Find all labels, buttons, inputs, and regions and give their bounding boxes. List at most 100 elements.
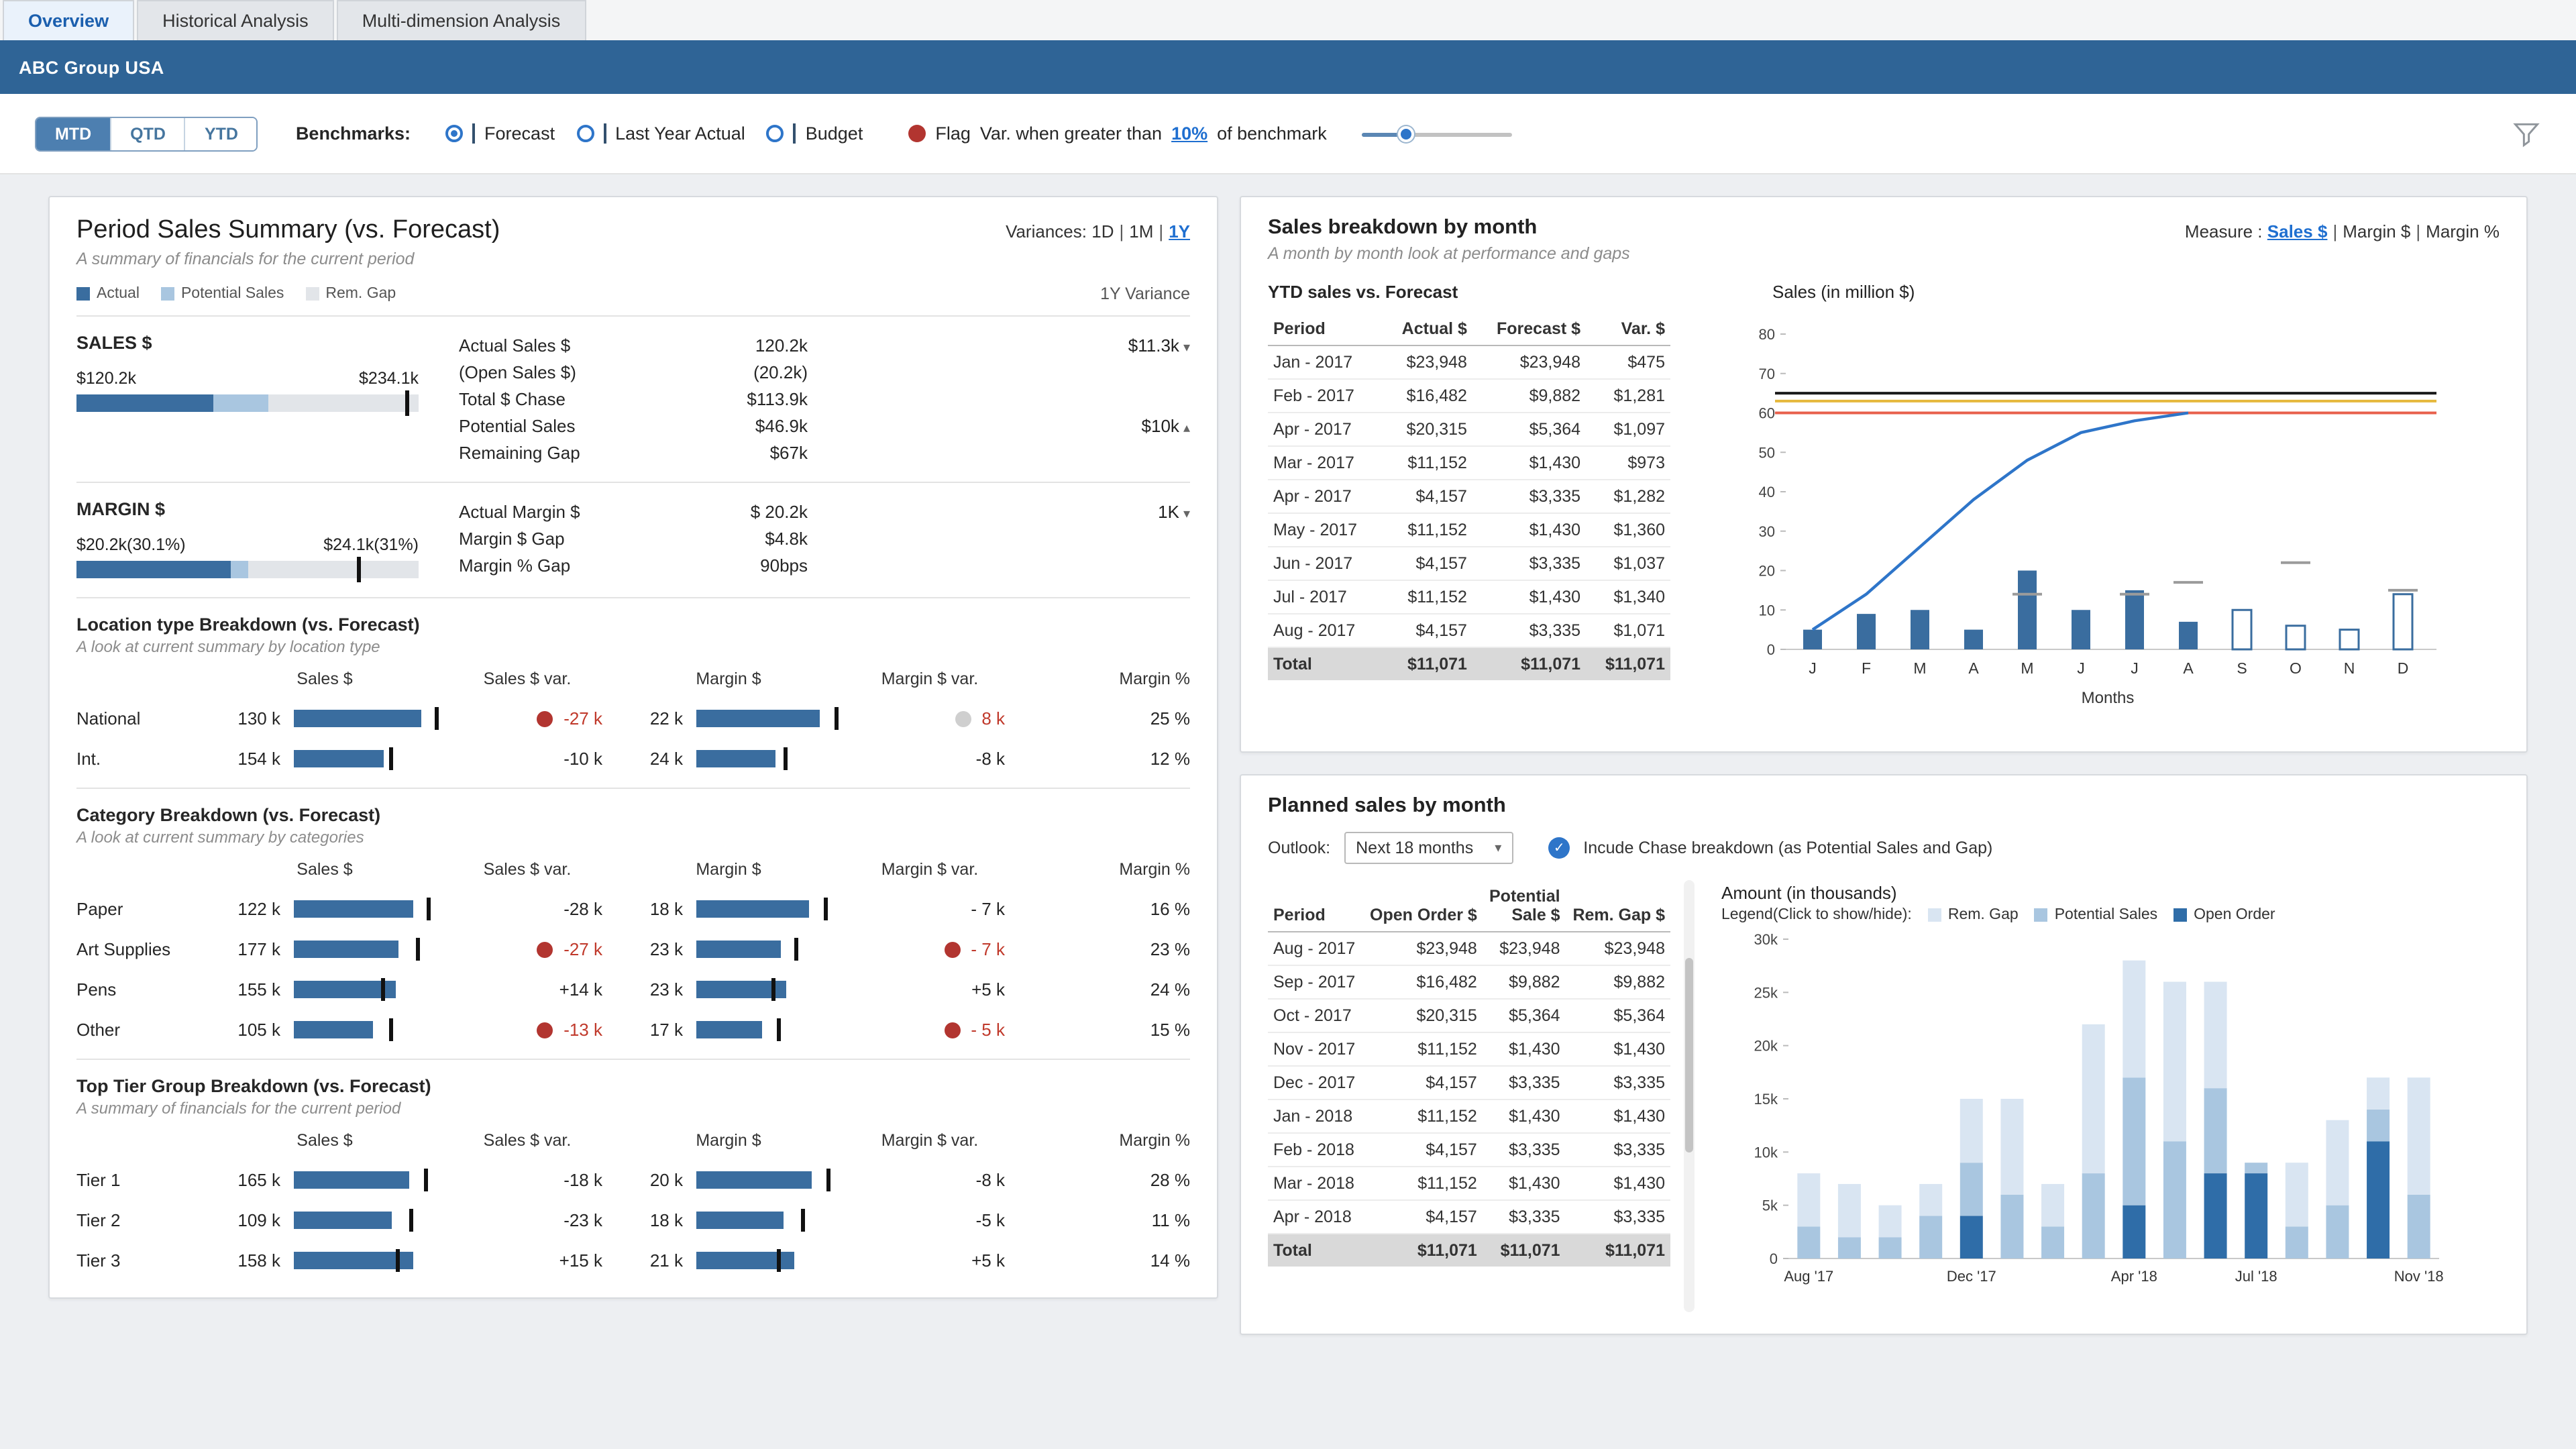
bar-fill <box>294 1212 392 1229</box>
svg-text:60: 60 <box>1759 405 1775 422</box>
potential-sales-segment <box>1919 1216 1942 1258</box>
measure-link-margin[interactable]: Margin % <box>2426 221 2500 241</box>
table-cell: $1,430 <box>1472 446 1586 480</box>
table-cell: $1,282 <box>1586 480 1670 513</box>
measure-link-sales[interactable]: Sales $ <box>2267 221 2328 241</box>
svg-text:70: 70 <box>1759 366 1775 382</box>
benchmark-radios: Forecast Last Year Actual Budget <box>424 123 863 144</box>
table-row: Jan - 2017$23,948$23,948$475 <box>1268 345 1670 379</box>
column-header-period: Period <box>1268 880 1362 932</box>
potential-sales-segment <box>2245 1163 2267 1173</box>
benchmarks-label: Benchmarks: <box>296 123 411 144</box>
table-cell: $11,071 <box>1483 1234 1566 1267</box>
margin-bar <box>696 710 841 727</box>
outlook-label: Outlook: <box>1268 839 1330 857</box>
bullet-segment <box>268 394 419 412</box>
potential-sales-segment <box>2041 1226 2064 1258</box>
period-button-ytd[interactable]: YTD <box>184 117 257 150</box>
legend-item-label: Rem. Gap <box>1948 907 2019 923</box>
caret-down-icon[interactable]: ▾ <box>1183 341 1190 356</box>
sales-summary-block-high: $234.1k <box>359 369 419 388</box>
table-row: Sep - 2017$16,482$9,882$9,882 <box>1268 965 1670 999</box>
threshold-slider[interactable] <box>1362 124 1512 143</box>
caret-up-icon[interactable]: ▴ <box>1183 421 1190 436</box>
table-cell: $1,430 <box>1472 513 1586 547</box>
table-cell: Feb - 2017 <box>1268 379 1381 413</box>
red-flag-icon <box>537 1022 553 1038</box>
column-header-period: Period <box>1268 313 1381 345</box>
table-cell: Apr - 2017 <box>1268 480 1381 513</box>
legend-swatch <box>2174 908 2187 922</box>
measure-link-margin[interactable]: Margin $ <box>2343 221 2410 241</box>
ytd-table: PeriodActual $Forecast $Var. $Jan - 2017… <box>1268 313 1670 680</box>
legend-swatch <box>2035 908 2048 922</box>
legend-item-rem-gap[interactable]: Rem. Gap <box>1928 907 2019 923</box>
period-button-mtd[interactable]: MTD <box>36 117 110 150</box>
variance-link-1d[interactable]: 1D <box>1091 221 1114 241</box>
target-tick <box>427 898 431 920</box>
legend-item-label: Rem. Gap <box>325 286 396 302</box>
table-cell: $11,071 <box>1381 647 1472 680</box>
tab-multi-dimension-analysis[interactable]: Multi-dimension Analysis <box>337 0 586 40</box>
filter-icon[interactable] <box>2512 119 2541 148</box>
breakdown-grid: Sales $Sales $ var.Margin $Margin $ var.… <box>76 1131 1190 1271</box>
rem-gap-segment <box>2408 1077 2430 1195</box>
target-tick <box>424 1169 428 1191</box>
flag-threshold-value[interactable]: 10% <box>1171 123 1208 144</box>
caret-down-icon[interactable]: ▾ <box>1183 507 1190 522</box>
margin-value: 20 k <box>616 1170 683 1190</box>
summary-row-value: $113.9k <box>660 389 808 409</box>
target-tick <box>390 747 394 770</box>
summary-row-label: Actual Margin $ <box>459 502 660 522</box>
benchmark-option-forecast[interactable]: Forecast <box>445 123 555 144</box>
target-tick <box>395 1249 399 1272</box>
column-header-sales: Sales $ <box>211 860 439 879</box>
table-cell: $16,482 <box>1381 379 1472 413</box>
chase-breakdown-checkbox[interactable]: ✓ <box>1548 837 1570 859</box>
table-cell: $1,340 <box>1586 580 1670 614</box>
actual-bar <box>2018 571 2037 650</box>
rem-gap-segment <box>2326 1120 2349 1205</box>
potential-sales-segment <box>1960 1163 1983 1216</box>
legend-item-open-order[interactable]: Open Order <box>2174 907 2275 923</box>
legend-item-potential-sales[interactable]: Potential Sales <box>2035 907 2157 923</box>
outlook-select[interactable]: Next 18 months ▾ <box>1344 832 1513 864</box>
tab-overview[interactable]: Overview <box>3 0 134 40</box>
sales-chart-title: Sales (in million $) <box>1772 282 2500 302</box>
variance-link-1m[interactable]: 1M <box>1129 221 1153 241</box>
tab-historical-analysis[interactable]: Historical Analysis <box>137 0 334 40</box>
variance-link-1y[interactable]: 1Y <box>1169 221 1190 241</box>
ytd-table-title: YTD sales vs. Forecast <box>1268 282 1670 302</box>
table-row: Mar - 2018$11,152$1,430$1,430 <box>1268 1167 1670 1200</box>
open-order-segment <box>2123 1205 2145 1258</box>
table-cell: Dec - 2017 <box>1268 1066 1362 1099</box>
benchmark-option-last-year-actual[interactable]: Last Year Actual <box>576 123 745 144</box>
bullet-segment <box>213 394 268 412</box>
table-row: Aug - 2017$23,948$23,948$23,948 <box>1268 932 1670 965</box>
potential-sales-segment <box>1879 1237 1902 1258</box>
margin-pct-value: 14 % <box>1018 1250 1190 1271</box>
summary-row-label: Actual Sales $ <box>459 335 660 356</box>
scrollbar-thumb[interactable] <box>1685 958 1693 1152</box>
benchmark-option-budget[interactable]: Budget <box>767 123 863 144</box>
sales-variance: +14 k <box>452 979 602 1000</box>
margin-summary-block-low: $20.2k(30.1%) <box>76 535 186 554</box>
period-button-qtd[interactable]: QTD <box>110 117 184 150</box>
red-flag-icon <box>537 941 553 957</box>
table-scrollbar[interactable] <box>1684 880 1695 1312</box>
planned-chart-title: Amount (in thousands) <box>1721 883 2500 903</box>
bar-fill <box>696 1171 812 1189</box>
table-cell: $1,430 <box>1483 1032 1566 1066</box>
margin-bar <box>696 900 841 918</box>
flag-label: Flag <box>935 123 971 144</box>
slider-thumb[interactable] <box>1399 125 1415 142</box>
bullet-segment <box>231 561 248 578</box>
column-header-sales: Sales $ <box>211 1131 439 1150</box>
legend-swatch <box>76 287 90 301</box>
radio-separator <box>794 123 796 144</box>
breakdown-subtitle: A look at current summary by location ty… <box>76 637 1190 656</box>
sales-value: 154 k <box>211 749 280 769</box>
table-cell: $1,430 <box>1566 1167 1670 1200</box>
table-cell: $11,152 <box>1381 513 1472 547</box>
table-cell: $11,152 <box>1362 1099 1483 1133</box>
